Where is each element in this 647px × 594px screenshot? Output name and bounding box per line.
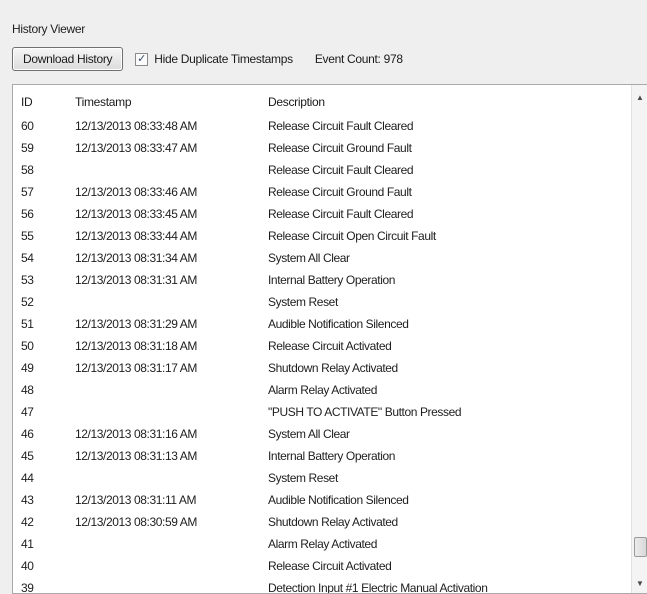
table-row[interactable]: 45 12/13/2013 08:31:13 AM Internal Battery… — [13, 445, 632, 467]
row-timestamp: 12/13/2013 08:33:44 AM — [75, 229, 197, 243]
row-timestamp: 12/13/2013 08:31:17 AM — [75, 361, 197, 375]
column-header-id[interactable]: ID — [21, 95, 33, 109]
toolbar: Download History ✓ Hide Duplicate Timest… — [12, 46, 647, 72]
row-id: 52 — [21, 295, 34, 309]
event-count: Event Count: 978 — [314, 52, 403, 66]
row-id: 60 — [21, 119, 34, 133]
row-timestamp: 12/13/2013 08:33:47 AM — [75, 141, 197, 155]
row-description: Release Circuit Activated — [268, 559, 392, 573]
row-timestamp: 12/13/2013 08:31:11 AM — [75, 493, 197, 507]
download-history-button[interactable]: Download History — [12, 47, 124, 71]
row-id: 57 — [21, 185, 34, 199]
row-id: 50 — [21, 339, 34, 353]
vertical-scrollbar[interactable]: ▲ ▼ — [631, 85, 647, 593]
row-timestamp: 12/13/2013 08:30:59 AM — [75, 515, 197, 529]
row-description: Alarm Relay Activated — [268, 537, 377, 551]
table-row[interactable]: 57 12/13/2013 08:33:46 AM Release Circuit … — [13, 181, 632, 203]
table-row[interactable]: 48 Alarm Relay Activated — [13, 379, 632, 401]
history-list[interactable]: ID Timestamp Description 60 12/13/2013 08… — [12, 84, 647, 594]
row-description: Internal Battery Operation — [268, 273, 396, 287]
row-id: 47 — [21, 405, 34, 419]
row-description: Shutdown Relay Activated — [268, 361, 398, 375]
table-row[interactable]: 60 12/13/2013 08:33:48 AM Release Circuit … — [13, 115, 632, 137]
table-row[interactable]: 53 12/13/2013 08:31:31 AM Internal Battery… — [13, 269, 632, 291]
table-row[interactable]: 40 Release Circuit Activated — [13, 555, 632, 577]
row-description: System Reset — [268, 295, 338, 309]
check-icon: ✓ — [137, 52, 147, 65]
hide-duplicate-timestamps-toggle[interactable]: ✓ Hide Duplicate Timestamps — [135, 52, 293, 66]
column-header-timestamp[interactable]: Timestamp — [75, 95, 132, 109]
table-row[interactable]: 55 12/13/2013 08:33:44 AM Release Circuit … — [13, 225, 632, 247]
row-id: 51 — [21, 317, 34, 331]
row-description: System All Clear — [268, 427, 350, 441]
row-id: 40 — [21, 559, 34, 573]
row-timestamp: 12/13/2013 08:33:48 AM — [75, 119, 197, 133]
row-description: Audible Notification Silenced — [268, 493, 409, 507]
row-id: 58 — [21, 163, 34, 177]
table-row[interactable]: 54 12/13/2013 08:31:34 AM System All Clear — [13, 247, 632, 269]
row-id: 44 — [21, 471, 34, 485]
row-id: 48 — [21, 383, 34, 397]
table-row[interactable]: 59 12/13/2013 08:33:47 AM Release Circuit … — [13, 137, 632, 159]
table-row[interactable]: 52 System Reset — [13, 291, 632, 313]
history-rows: 60 12/13/2013 08:33:48 AM Release Circuit … — [13, 115, 632, 594]
table-row[interactable]: 39 Detection Input #1 Electric Manual Act… — [13, 577, 632, 594]
row-timestamp: 12/13/2013 08:31:16 AM — [75, 427, 197, 441]
hide-duplicate-label[interactable]: Hide Duplicate Timestamps — [154, 52, 293, 66]
column-header-description[interactable]: Description — [268, 95, 325, 109]
row-description: System All Clear — [268, 251, 350, 265]
row-description: Audible Notification Silenced — [268, 317, 409, 331]
row-timestamp: 12/13/2013 08:31:34 AM — [75, 251, 197, 265]
row-description: Release Circuit Ground Fault — [268, 141, 412, 155]
row-timestamp: 12/13/2013 08:31:31 AM — [75, 273, 197, 287]
column-header: ID Timestamp Description — [13, 85, 632, 115]
row-timestamp: 12/13/2013 08:31:18 AM — [75, 339, 197, 353]
row-id: 45 — [21, 449, 34, 463]
row-id: 42 — [21, 515, 34, 529]
row-description: Shutdown Relay Activated — [268, 515, 398, 529]
row-id: 41 — [21, 537, 34, 551]
table-row[interactable]: 41 Alarm Relay Activated — [13, 533, 632, 555]
row-description: Alarm Relay Activated — [268, 383, 377, 397]
table-row[interactable]: 43 12/13/2013 08:31:11 AM Audible Notifica… — [13, 489, 632, 511]
table-row[interactable]: 51 12/13/2013 08:31:29 AM Audible Notifica… — [13, 313, 632, 335]
row-timestamp: 12/13/2013 08:33:46 AM — [75, 185, 197, 199]
row-id: 53 — [21, 273, 34, 287]
row-description: Release Circuit Ground Fault — [268, 185, 412, 199]
scrollbar-thumb[interactable] — [634, 537, 647, 557]
row-description: System Reset — [268, 471, 338, 485]
table-row[interactable]: 58 Release Circuit Fault Cleared — [13, 159, 632, 181]
row-id: 49 — [21, 361, 34, 375]
row-id: 43 — [21, 493, 34, 507]
table-row[interactable]: 42 12/13/2013 08:30:59 AM Shutdown Relay A… — [13, 511, 632, 533]
row-timestamp: 12/13/2013 08:31:13 AM — [75, 449, 197, 463]
row-id: 54 — [21, 251, 34, 265]
table-row[interactable]: 47 "PUSH TO ACTIVATE" Button Pressed — [13, 401, 632, 423]
row-description: Internal Battery Operation — [268, 449, 396, 463]
table-row[interactable]: 49 12/13/2013 08:31:17 AM Shutdown Relay A… — [13, 357, 632, 379]
row-id: 55 — [21, 229, 34, 243]
row-description: Detection Input #1 Electric Manual Activ… — [268, 581, 488, 594]
row-timestamp: 12/13/2013 08:33:45 AM — [75, 207, 197, 221]
row-description: Release Circuit Fault Cleared — [268, 163, 414, 177]
row-id: 39 — [21, 581, 34, 594]
arrow-up-icon[interactable]: ▲ — [632, 89, 647, 105]
window-title: History Viewer — [12, 22, 85, 36]
row-description: Release Circuit Fault Cleared — [268, 207, 414, 221]
row-description: Release Circuit Fault Cleared — [268, 119, 414, 133]
hide-duplicate-checkbox[interactable]: ✓ — [135, 52, 149, 66]
table-row[interactable]: 50 12/13/2013 08:31:18 AM Release Circuit … — [13, 335, 632, 357]
row-description: Release Circuit Activated — [268, 339, 392, 353]
row-description: Release Circuit Open Circuit Fault — [268, 229, 436, 243]
table-row[interactable]: 56 12/13/2013 08:33:45 AM Release Circuit … — [13, 203, 632, 225]
row-id: 59 — [21, 141, 34, 155]
table-row[interactable]: 44 System Reset — [13, 467, 632, 489]
row-timestamp: 12/13/2013 08:31:29 AM — [75, 317, 197, 331]
table-row[interactable]: 46 12/13/2013 08:31:16 AM System All Clear — [13, 423, 632, 445]
arrow-down-icon[interactable]: ▼ — [632, 575, 647, 591]
row-id: 56 — [21, 207, 34, 221]
row-description: "PUSH TO ACTIVATE" Button Pressed — [268, 405, 462, 419]
row-id: 46 — [21, 427, 34, 441]
